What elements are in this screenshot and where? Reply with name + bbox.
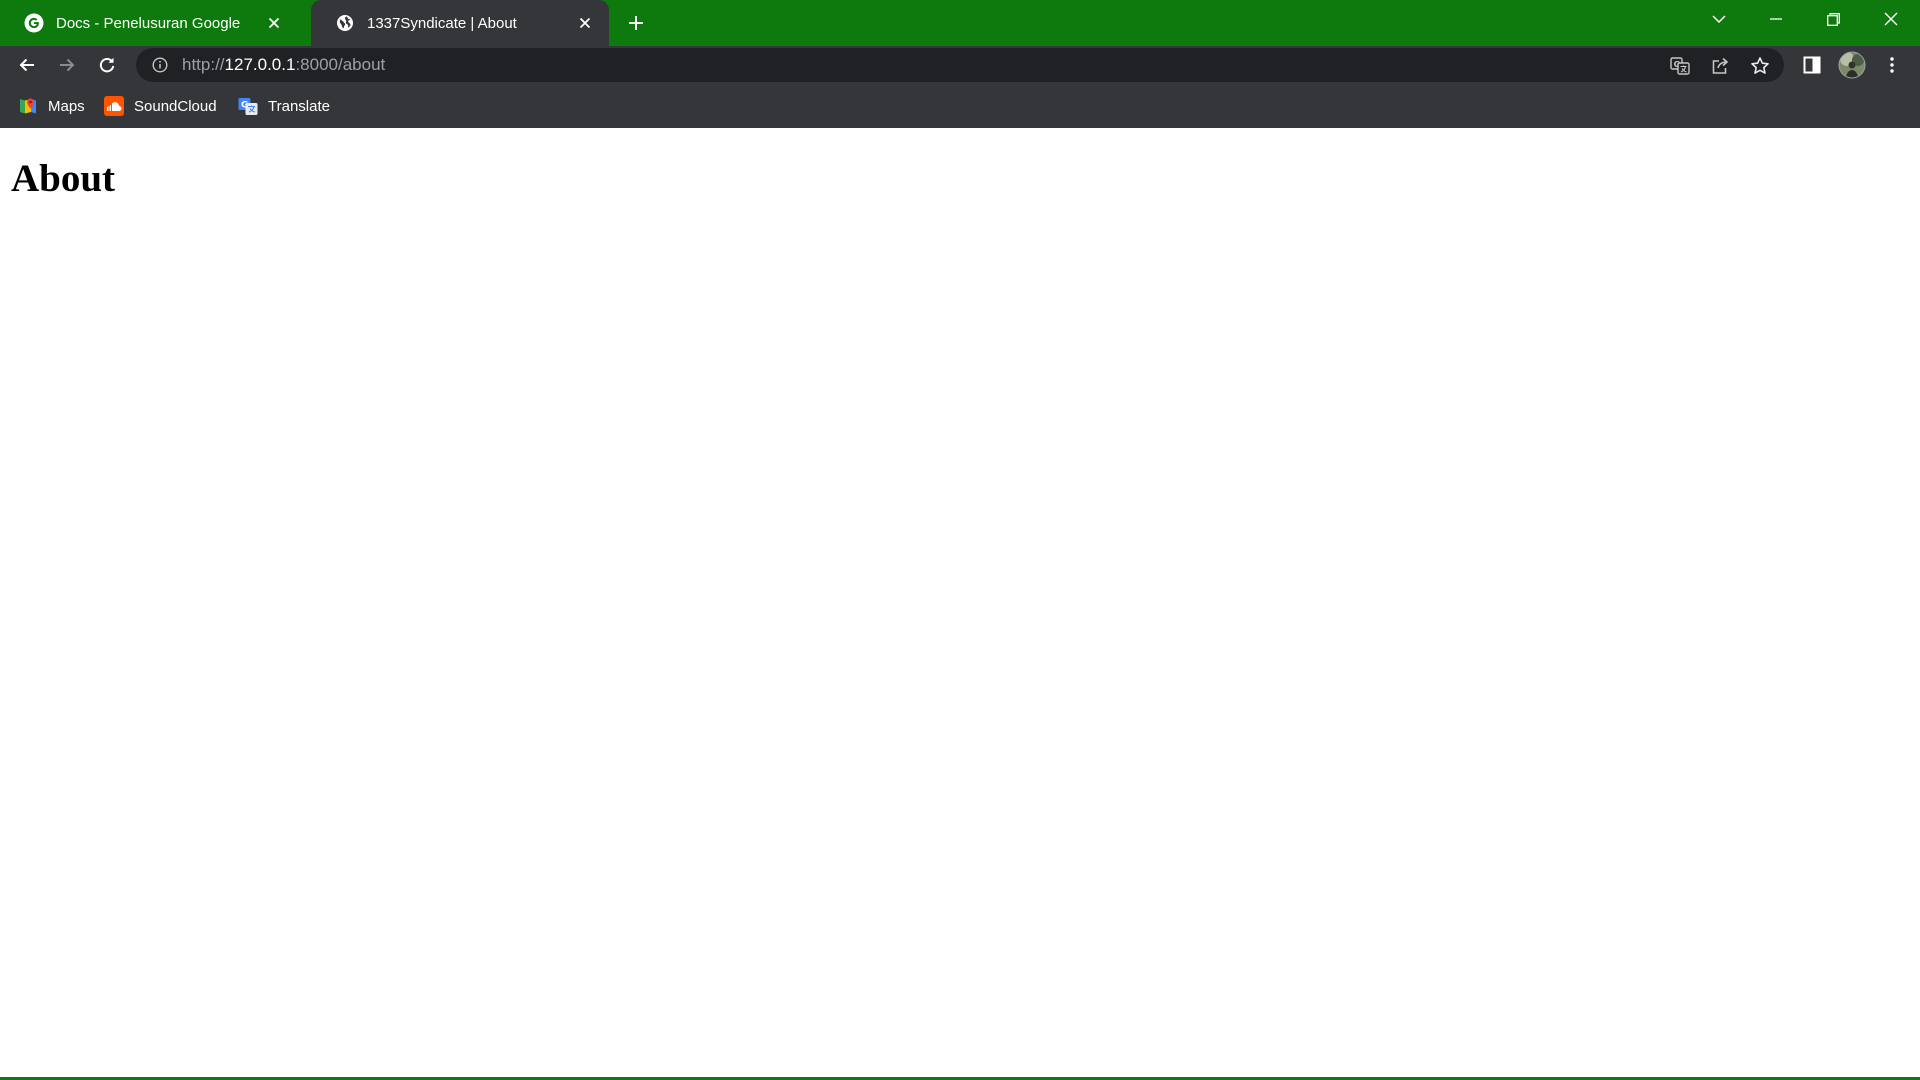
arrow-left-icon [19, 58, 34, 72]
side-panel-button[interactable] [1796, 49, 1828, 81]
close-tab-icon[interactable] [264, 13, 284, 33]
globe-icon [337, 15, 353, 31]
page-content: About [0, 128, 1920, 1077]
menu-button[interactable] [1876, 49, 1908, 81]
google-g-icon [24, 13, 44, 33]
url-host: 127.0.0.1 [224, 55, 296, 74]
maps-icon [20, 98, 36, 114]
share-icon[interactable] [1707, 53, 1733, 79]
bookmark-label: Translate [268, 97, 330, 115]
profile-button[interactable] [1836, 49, 1868, 81]
chevron-down-icon [1712, 15, 1726, 23]
minimize-icon [1770, 18, 1782, 20]
page-title: About [11, 157, 116, 200]
tab-title: Docs - Penelusuran Google [56, 14, 241, 32]
bookmark-maps[interactable]: Maps [18, 96, 85, 116]
arrow-right-icon [60, 58, 75, 72]
url-scheme: http:// [182, 55, 225, 74]
bookmark-translate[interactable]: G Translate [238, 96, 330, 116]
close-icon [1884, 12, 1898, 26]
address-bar[interactable]: http://127.0.0.1:8000/about G [136, 48, 1784, 82]
bookmark-label: SoundCloud [134, 97, 217, 115]
translate-page-icon[interactable]: G [1667, 53, 1693, 79]
forward-button[interactable] [51, 49, 83, 81]
url-path: :8000/about [295, 55, 386, 74]
bookmark-label: Maps [48, 97, 85, 115]
soundcloud-icon [104, 96, 124, 116]
avatar [1838, 51, 1866, 79]
bookmark-soundcloud[interactable]: SoundCloud [104, 96, 217, 116]
reload-button[interactable] [91, 49, 123, 81]
back-button[interactable] [11, 49, 43, 81]
url-text: http://127.0.0.1:8000/about [182, 55, 385, 75]
close-tab-icon[interactable] [575, 13, 595, 33]
plus-icon [629, 16, 643, 30]
translate-icon: G [238, 98, 258, 115]
reload-icon [99, 57, 115, 73]
close-window-button[interactable] [1868, 0, 1914, 38]
new-tab-button[interactable] [622, 9, 650, 37]
bookmarks-bar: Maps SoundCloud G Translate [0, 84, 1920, 128]
restore-button[interactable] [1810, 0, 1856, 38]
tab-strip: Docs - Penelusuran Google 1337Syndicate … [0, 0, 1920, 46]
tab-1337syndicate-about[interactable]: 1337Syndicate | About [311, 0, 609, 46]
side-panel-icon [1803, 56, 1821, 74]
info-icon[interactable] [148, 53, 172, 77]
browser-toolbar: http://127.0.0.1:8000/about G [0, 46, 1920, 84]
kebab-menu-icon [1890, 57, 1894, 73]
tab-search-button[interactable] [1696, 0, 1742, 38]
minimize-button[interactable] [1753, 0, 1799, 38]
tab-title: 1337Syndicate | About [367, 14, 517, 32]
restore-icon [1826, 12, 1840, 26]
tab-docs-google[interactable]: Docs - Penelusuran Google [0, 0, 298, 46]
bookmark-star-icon[interactable] [1747, 53, 1773, 79]
